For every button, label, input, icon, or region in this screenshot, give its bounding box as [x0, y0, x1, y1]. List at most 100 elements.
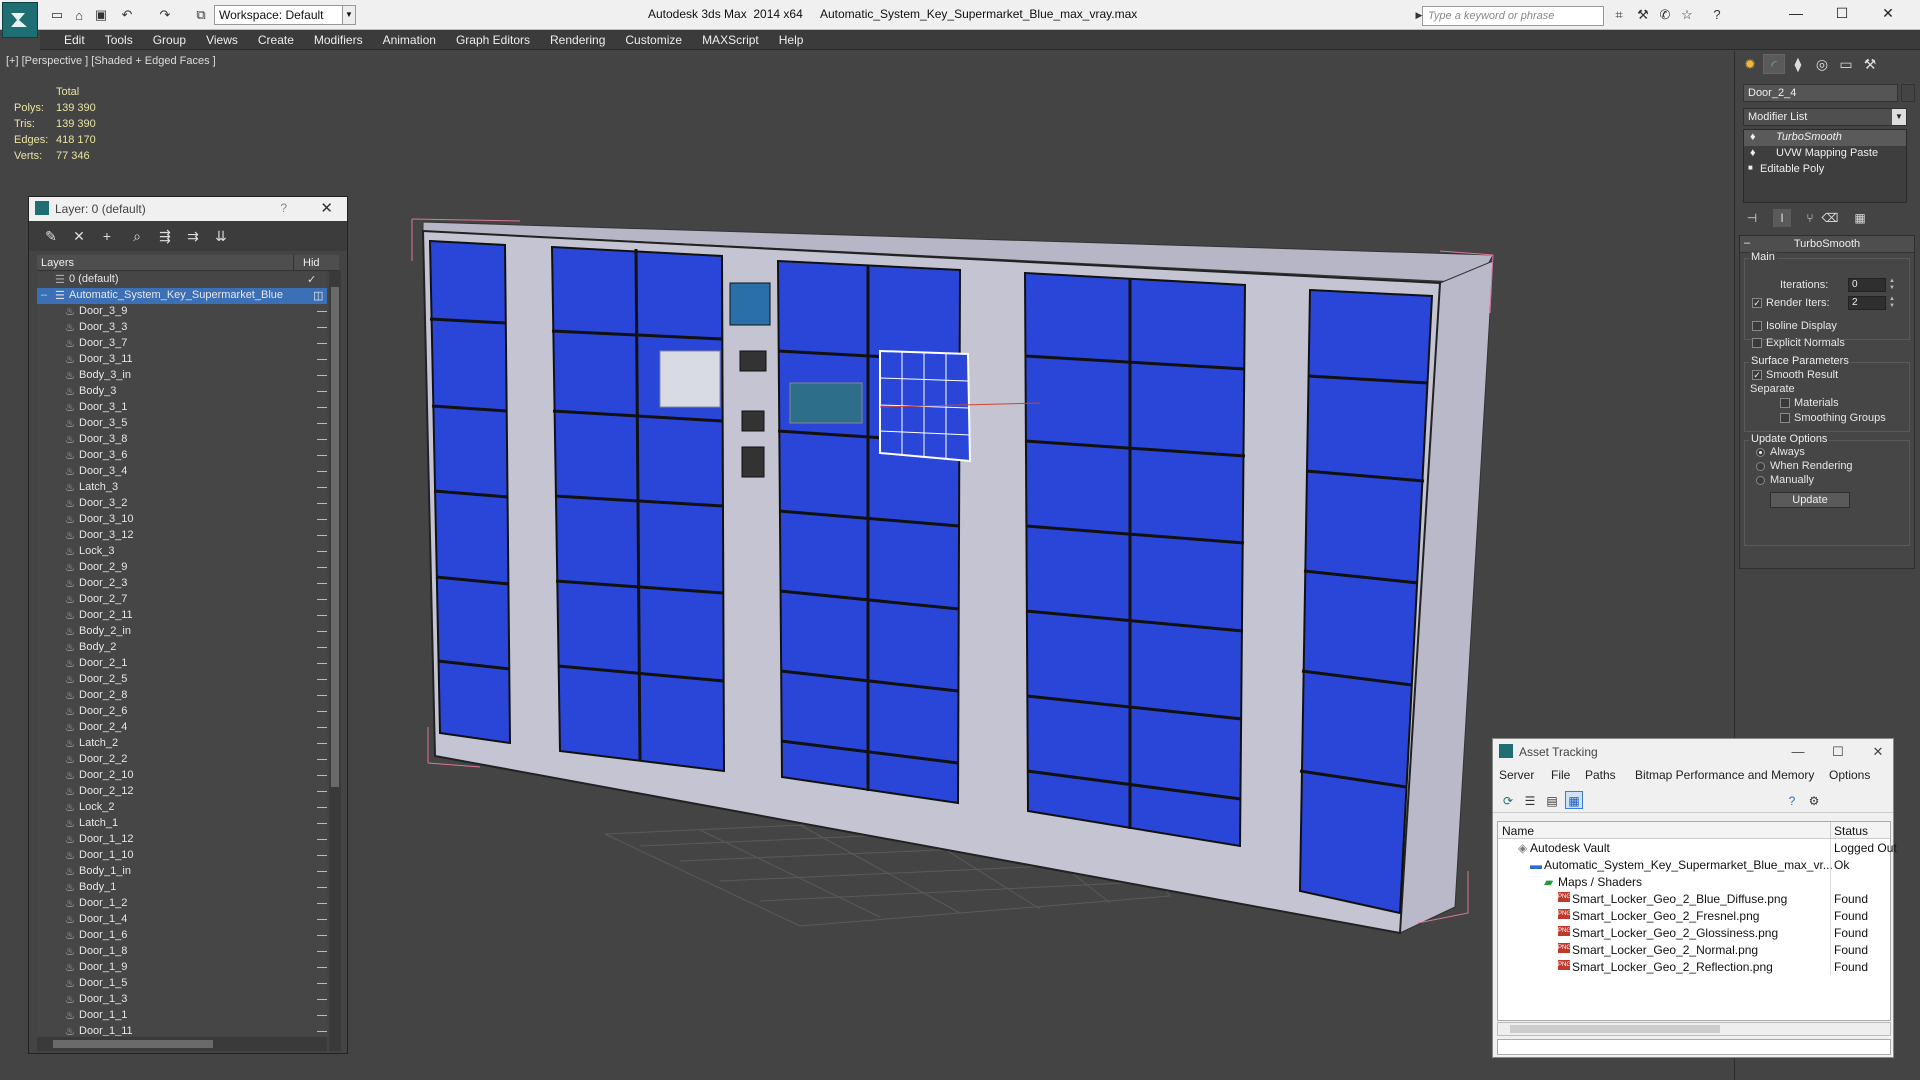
menu-tools[interactable]: Tools: [95, 30, 143, 47]
iterations-spinner[interactable]: 0: [1848, 278, 1886, 292]
expand-icon[interactable]: –: [41, 289, 47, 301]
create-tab-icon[interactable]: ✹: [1739, 54, 1761, 74]
object-row[interactable]: ♨ Door_1_6: [37, 928, 327, 944]
close-icon[interactable]: ✕: [320, 199, 333, 217]
add-selection-icon[interactable]: +: [97, 227, 117, 245]
object-row[interactable]: ♨ Door_1_4: [37, 912, 327, 928]
hide-toggle[interactable]: [317, 919, 327, 920]
col-status[interactable]: Status: [1834, 824, 1868, 838]
object-row[interactable]: ♨ Door_1_8: [37, 944, 327, 960]
scrollbar-thumb[interactable]: [53, 1040, 213, 1048]
grid-view-icon[interactable]: ▦: [1565, 791, 1583, 809]
configure-sets-icon[interactable]: ▦: [1851, 209, 1869, 227]
object-row[interactable]: ♨ Door_3_12: [37, 528, 327, 544]
hide-toggle[interactable]: [317, 615, 327, 616]
collapse-icon[interactable]: –: [1744, 237, 1750, 249]
hide-toggle[interactable]: [317, 951, 327, 952]
stack-item-uvw[interactable]: ♦ UVW Mapping Paste: [1744, 146, 1906, 162]
hide-all-icon[interactable]: ⇉: [183, 227, 203, 245]
create-layer-icon[interactable]: ✎: [41, 227, 61, 245]
project-folder-icon[interactable]: ⧉: [192, 6, 210, 24]
hide-toggle[interactable]: [317, 439, 327, 440]
highlight-selected-icon[interactable]: ⇶: [155, 227, 175, 245]
show-end-result-icon[interactable]: I: [1773, 209, 1791, 227]
maximize-button[interactable]: ☐: [1823, 741, 1853, 763]
hide-toggle[interactable]: [317, 887, 327, 888]
hide-toggle[interactable]: [317, 455, 327, 456]
app-logo[interactable]: [2, 2, 38, 38]
save-file-icon[interactable]: ▣: [92, 6, 110, 24]
binoculars-icon[interactable]: ⌗: [1610, 6, 1628, 24]
bulb-icon[interactable]: ♦: [1750, 131, 1756, 143]
object-row[interactable]: ♨ Door_2_11: [37, 608, 327, 624]
menu-help[interactable]: Help: [769, 30, 814, 47]
object-row[interactable]: ♨ Door_3_4: [37, 464, 327, 480]
close-button[interactable]: ✕: [1865, 0, 1911, 28]
object-row[interactable]: ♨ Body_2_in: [37, 624, 327, 640]
menu-customize[interactable]: Customize: [615, 30, 692, 47]
update-button[interactable]: Update: [1770, 492, 1850, 508]
object-row[interactable]: ♨ Door_3_11: [37, 352, 327, 368]
hide-toggle[interactable]: [317, 871, 327, 872]
stack-item-turbosmooth[interactable]: ♦ TurboSmooth: [1744, 130, 1906, 146]
smoothing-groups-checkbox[interactable]: [1780, 413, 1790, 423]
col-hide[interactable]: Hid: [303, 257, 320, 269]
hide-toggle[interactable]: [317, 743, 327, 744]
modify-tab-icon[interactable]: ◜: [1763, 54, 1785, 74]
asset-row-texture[interactable]: PNG Smart_Locker_Geo_2_Reflection.png Fo…: [1498, 958, 1890, 975]
object-row[interactable]: ♨ Door_3_3: [37, 320, 327, 336]
hide-toggle[interactable]: [317, 471, 327, 472]
viewport-label[interactable]: [+] [Perspective ] [Shaded + Edged Faces…: [6, 55, 216, 67]
communication-icon[interactable]: ✆: [1656, 6, 1674, 24]
object-row[interactable]: ♨ Body_1_in: [37, 864, 327, 880]
object-row[interactable]: ♨ Door_3_9: [37, 304, 327, 320]
object-row[interactable]: ♨ Door_2_7: [37, 592, 327, 608]
hide-toggle[interactable]: [317, 311, 327, 312]
layer-row-default[interactable]: ☰ 0 (default) ✓: [37, 272, 327, 288]
pin-stack-icon[interactable]: ⊣: [1743, 209, 1761, 227]
scrollbar-thumb[interactable]: [331, 287, 339, 787]
spinner-arrows-icon[interactable]: ▲ ▼: [1888, 278, 1896, 292]
object-row[interactable]: ♨ Door_1_1: [37, 1008, 327, 1024]
hide-toggle[interactable]: [317, 967, 327, 968]
hide-toggle[interactable]: [317, 983, 327, 984]
hide-toggle[interactable]: [317, 1031, 327, 1032]
undo-icon[interactable]: ↶: [118, 6, 136, 24]
asset-row-maxfile[interactable]: ▬ Automatic_System_Key_Supermarket_Blue_…: [1498, 856, 1890, 873]
hide-toggle[interactable]: [317, 583, 327, 584]
modifier-list-dropdown[interactable]: Modifier List ▼: [1743, 108, 1907, 126]
horizontal-scrollbar[interactable]: [37, 1037, 327, 1051]
menu-create[interactable]: Create: [248, 30, 304, 47]
object-row[interactable]: ♨ Door_3_2: [37, 496, 327, 512]
list-view-icon[interactable]: ☰: [1521, 791, 1539, 809]
object-row[interactable]: ♨ Door_3_8: [37, 432, 327, 448]
materials-checkbox[interactable]: [1780, 398, 1790, 408]
object-row[interactable]: ♨ Door_2_4: [37, 720, 327, 736]
hide-toggle[interactable]: [317, 647, 327, 648]
table-view-icon[interactable]: ▤: [1543, 791, 1561, 809]
isoline-checkbox[interactable]: [1752, 321, 1762, 331]
object-row[interactable]: ♨ Door_2_12: [37, 784, 327, 800]
redo-icon[interactable]: ↷: [156, 6, 174, 24]
when-rendering-radio[interactable]: [1756, 462, 1765, 471]
utilities-tab-icon[interactable]: ⚒: [1859, 54, 1881, 74]
hide-toggle[interactable]: [317, 487, 327, 488]
object-row[interactable]: ♨ Door_2_8: [37, 688, 327, 704]
menu-group[interactable]: Group: [143, 30, 196, 47]
object-row[interactable]: ♨ Door_1_2: [37, 896, 327, 912]
hierarchy-tab-icon[interactable]: ⧫: [1787, 54, 1809, 74]
menu-file[interactable]: File: [1551, 768, 1570, 782]
display-tab-icon[interactable]: ▭: [1835, 54, 1857, 74]
object-row[interactable]: ♨ Door_2_2: [37, 752, 327, 768]
col-layers[interactable]: Layers: [41, 257, 74, 269]
object-row[interactable]: ♨ Body_3_in: [37, 368, 327, 384]
hide-toggle[interactable]: [317, 567, 327, 568]
minimize-button[interactable]: —: [1783, 741, 1813, 763]
object-row[interactable]: ♨ Door_3_7: [37, 336, 327, 352]
menu-views[interactable]: Views: [196, 30, 248, 47]
select-objects-icon[interactable]: ⌕: [127, 227, 147, 245]
hide-toggle[interactable]: [317, 823, 327, 824]
object-row[interactable]: ♨ Door_2_3: [37, 576, 327, 592]
hide-toggle[interactable]: [317, 631, 327, 632]
hide-toggle[interactable]: [317, 599, 327, 600]
